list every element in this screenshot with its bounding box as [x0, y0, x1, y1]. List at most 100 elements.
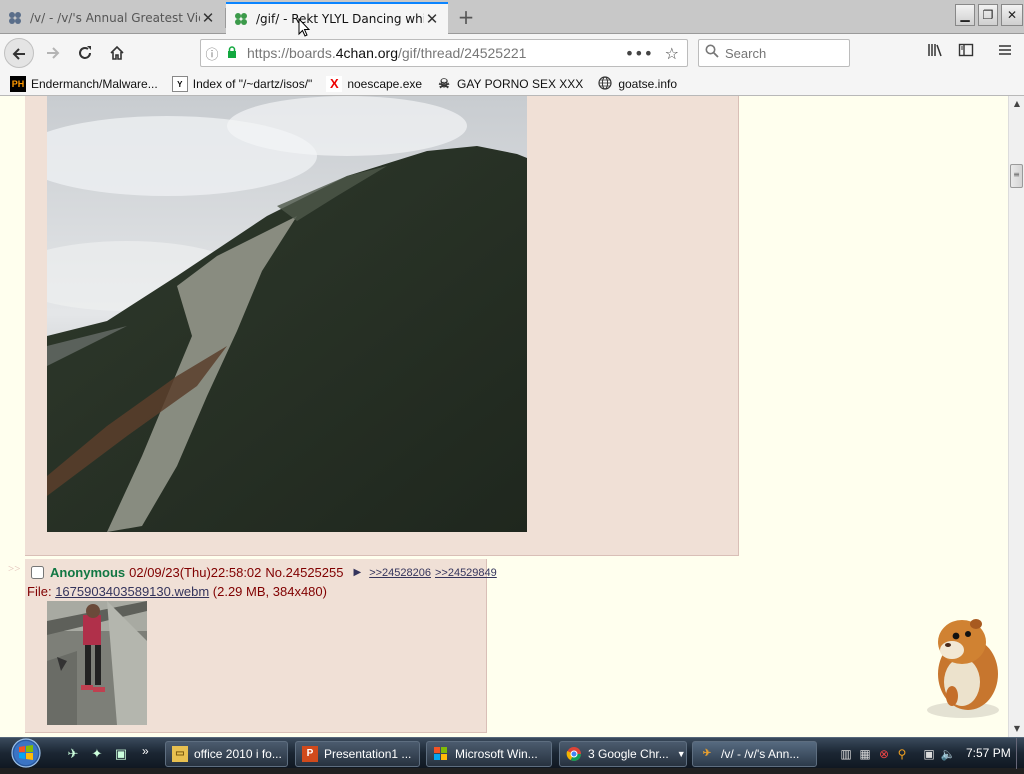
globe-icon — [597, 75, 613, 92]
powerpoint-icon: P — [302, 746, 318, 762]
system-clock[interactable]: 7:57 PM — [966, 746, 1011, 760]
yc-icon: Y — [171, 75, 188, 92]
bookmark-label: GAY PORNO SEX XXX — [457, 76, 584, 91]
hamster-mascot-image — [918, 612, 1008, 720]
file-link[interactable]: 1675903403589130.webm — [55, 584, 209, 599]
sidebar-icon[interactable] — [955, 42, 977, 64]
bookmark-skull-site[interactable]: ☠ GAY PORNO SEX XXX — [436, 76, 583, 92]
tray-search-icon[interactable]: ⚲ — [894, 746, 910, 762]
video-thumbnail[interactable] — [47, 601, 147, 725]
start-button[interactable] — [6, 738, 46, 769]
taskbar-button-word[interactable]: Microsoft Win... — [426, 741, 552, 767]
tray-volume-icon[interactable]: 🔈 — [940, 746, 956, 762]
post-datetime: 02/09/23(Thu)22:58:02 — [129, 565, 262, 580]
home-button[interactable] — [102, 38, 132, 68]
bookmark-goatse[interactable]: goatse.info — [597, 75, 678, 92]
scroll-down-arrow-icon[interactable]: ▼ — [1009, 721, 1024, 737]
bookmark-endermanch[interactable]: PH Endermanch/Malware... — [10, 75, 158, 92]
folder-icon: ▭ — [172, 746, 188, 762]
forward-button[interactable] — [38, 38, 68, 68]
skull-icon: ☠ — [438, 75, 450, 91]
tab-title: /gif/ - Rekt YLYL Dancing while — [256, 12, 424, 26]
tab-strip: /v/ - /v/'s Annual Greatest Video ✕ /gif… — [0, 0, 1024, 34]
tray-app-icon[interactable]: ▦ — [857, 746, 873, 762]
quicklaunch-bird-icon[interactable]: ✈ — [64, 745, 82, 763]
url-text: https://boards.4chan.org/gif/thread/2452… — [247, 45, 526, 61]
tray-security-icon[interactable]: ⊗ — [876, 746, 892, 762]
backlink[interactable]: >>24528206 — [369, 567, 431, 579]
firefox-icon: ✈ — [702, 748, 712, 759]
taskbar-button-label: Presentation1 ... — [324, 747, 412, 761]
lock-icon[interactable] — [223, 45, 241, 61]
windows-taskbar: ✈ ✦ ▣ » ▭ office 2010 i fo... P Presenta… — [0, 737, 1024, 769]
bookmark-label: goatse.info — [618, 76, 678, 91]
post-number[interactable]: No.24525255 — [265, 565, 343, 580]
address-bar[interactable]: ⓘ https://boards.4chan.org/gif/thread/24… — [200, 39, 688, 67]
reply-post-24525255: Anonymous 02/09/23(Thu)22:58:02 No.24525… — [25, 559, 497, 733]
post-select-checkbox[interactable] — [31, 566, 44, 579]
bookmark-label: Index of "/~dartz/isos/" — [192, 76, 313, 91]
thread-page: >> Anonymous 02/09/23(Thu)22:58:02 No.24… — [0, 96, 1008, 737]
back-button[interactable] — [4, 38, 34, 68]
poster-name: Anonymous — [50, 565, 126, 580]
taskbar-button-powerpoint[interactable]: P Presentation1 ... — [295, 741, 420, 767]
tab-gif-thread[interactable]: /gif/ - Rekt YLYL Dancing while ✕ — [226, 2, 448, 34]
bookmark-dartz-isos[interactable]: Y Index of "/~dartz/isos/" — [171, 75, 313, 92]
taskbar-button-label: Microsoft Win... — [455, 747, 538, 761]
quicklaunch-more-icon[interactable]: » — [142, 744, 149, 758]
navigation-bar: ⓘ https://boards.4chan.org/gif/thread/24… — [0, 34, 1024, 72]
mouse-cursor-icon — [298, 17, 311, 42]
restore-button[interactable]: ❐ — [978, 4, 998, 26]
expanded-video[interactable] — [47, 96, 527, 532]
ph-icon: PH — [10, 75, 26, 92]
side-arrows: >> — [8, 563, 21, 575]
taskbar-button-label: /v/ - /v/'s Ann... — [721, 747, 800, 761]
file-info: File: 1675903403589130.webm (2.29 MB, 38… — [27, 584, 327, 599]
search-icon — [699, 44, 725, 62]
tray-monitor-icon[interactable]: ▣ — [921, 746, 937, 762]
bookmarks-toolbar: PH Endermanch/Malware... Y Index of "/~d… — [0, 72, 1024, 96]
bookmark-noescape[interactable]: X noescape.exe — [326, 75, 423, 92]
taskbar-button-firefox[interactable]: ✈ /v/ - /v/'s Ann... — [692, 741, 817, 767]
backlink[interactable]: >>24529849 — [435, 567, 497, 579]
close-window-button[interactable]: ✕ — [1001, 4, 1023, 26]
url-path: /gif/thread/24525221 — [398, 45, 527, 61]
close-tab-icon[interactable]: ✕ — [424, 10, 440, 28]
quicklaunch-desktop-icon[interactable]: ▣ — [112, 745, 130, 763]
clover-icon — [8, 11, 22, 25]
url-domain: 4chan.org — [335, 45, 398, 61]
taskbar-button-label: office 2010 i fo... — [194, 747, 282, 761]
post-menu-icon[interactable]: ▶ — [353, 567, 361, 578]
menu-icon[interactable] — [994, 42, 1016, 64]
x-icon: X — [326, 75, 343, 92]
reload-button[interactable] — [70, 38, 100, 68]
file-label: File: — [27, 584, 52, 599]
bookmark-label: Endermanch/Malware... — [31, 76, 158, 91]
new-tab-button[interactable]: + — [455, 4, 477, 30]
tab-v-annual[interactable]: /v/ - /v/'s Annual Greatest Video ✕ — [0, 2, 224, 34]
search-box[interactable] — [698, 39, 850, 67]
taskbar-button-label: 3 Google Chr... — [588, 747, 669, 761]
tray-network-icon[interactable]: ▥ — [838, 746, 854, 762]
word-icon — [433, 746, 449, 762]
close-tab-icon[interactable]: ✕ — [200, 9, 216, 27]
library-icon[interactable] — [924, 42, 946, 64]
taskbar-button-explorer[interactable]: ▭ office 2010 i fo... — [165, 741, 288, 767]
page-actions-icon[interactable]: ••• — [625, 44, 653, 63]
scrollbar-thumb[interactable]: ≡ — [1010, 164, 1023, 188]
bookmark-label: noescape.exe — [347, 76, 423, 91]
scroll-up-arrow-icon[interactable]: ▲ — [1009, 96, 1024, 112]
group-arrow-icon: ▼ — [676, 749, 686, 759]
search-input[interactable] — [725, 45, 835, 61]
taskbar-button-chrome[interactable]: 3 Google Chr... ▼ — [559, 741, 687, 767]
minimize-button[interactable]: ▁ — [955, 4, 975, 26]
chrome-icon — [566, 746, 582, 762]
info-icon[interactable]: ⓘ — [201, 44, 223, 63]
file-meta: (2.29 MB, 384x480) — [212, 584, 327, 599]
page-scrollbar[interactable]: ▲ ≡ ▼ — [1008, 96, 1024, 737]
post-info: Anonymous 02/09/23(Thu)22:58:02 No.24525… — [31, 565, 501, 580]
tab-title: /v/ - /v/'s Annual Greatest Video — [30, 11, 200, 25]
bookmark-star-icon[interactable]: ☆ — [665, 44, 679, 63]
quicklaunch-avast-icon[interactable]: ✦ — [88, 745, 106, 763]
show-desktop-button[interactable] — [1016, 738, 1024, 769]
